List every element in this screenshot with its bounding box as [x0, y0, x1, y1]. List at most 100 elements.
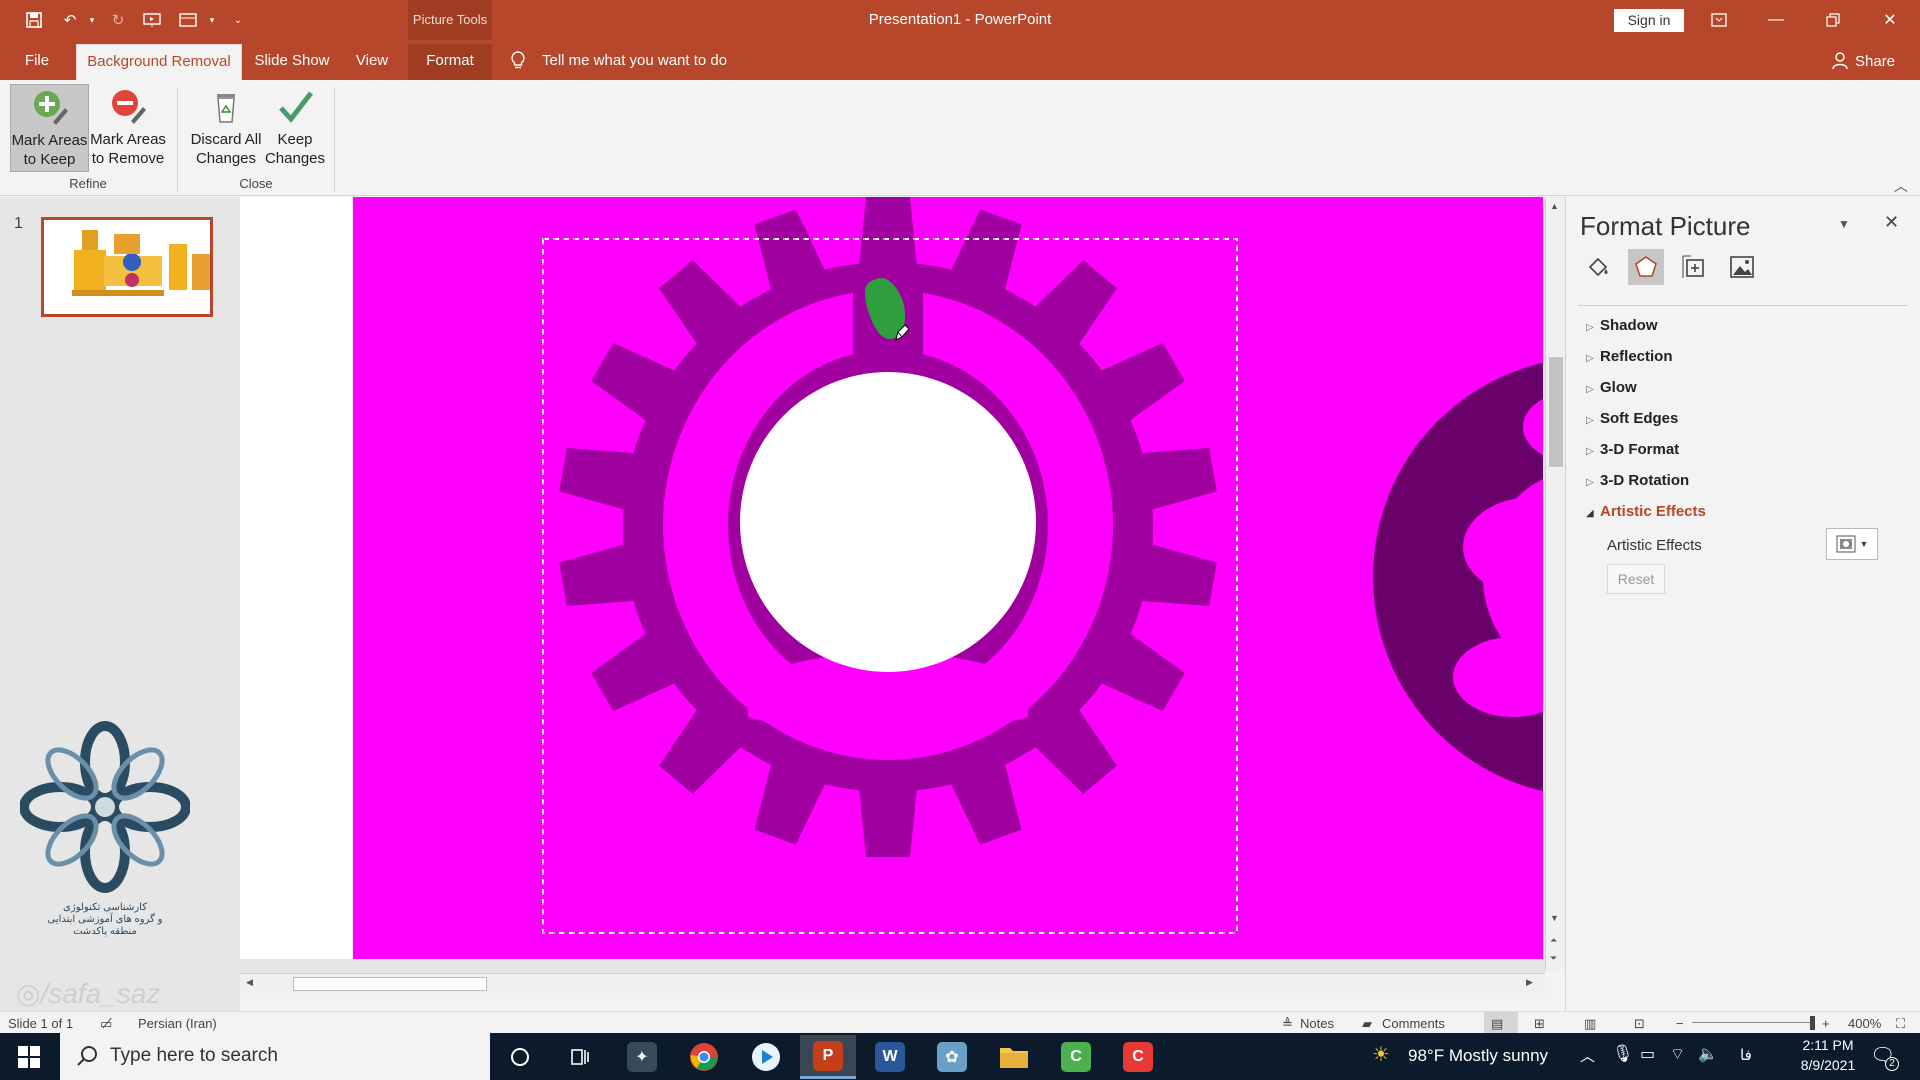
notes-icon[interactable]: ≜: [1282, 1016, 1293, 1032]
mark-areas-to-keep-button[interactable]: Mark Areas to Keep: [10, 84, 89, 172]
tell-me-search[interactable]: Tell me what you want to do: [542, 52, 727, 69]
scroll-right-icon[interactable]: ▶: [1526, 977, 1533, 988]
windows-start-icon[interactable]: [18, 1046, 40, 1071]
section-artistic-effects[interactable]: ◢ Artistic Effects: [1586, 503, 1706, 525]
cortana-icon[interactable]: [492, 1035, 548, 1079]
microphone-icon[interactable]: 🎙: [1612, 1044, 1634, 1064]
save-icon[interactable]: [22, 8, 46, 32]
powerpoint-taskbar-icon[interactable]: P: [800, 1035, 856, 1079]
camtasia-recorder-icon[interactable]: C: [1110, 1035, 1166, 1079]
paint-app-icon[interactable]: ✿: [924, 1035, 980, 1079]
artistic-effects-gallery-button[interactable]: ▼: [1826, 528, 1878, 560]
format-picture-pane: Format Picture ▼ ✕ ▷ Shadow ▷ Reflection ▷…: [1565, 197, 1920, 1011]
sign-in-button[interactable]: Sign in: [1614, 9, 1684, 32]
picture-tab[interactable]: [1724, 249, 1760, 285]
undo-dropdown-icon[interactable]: ▾: [80, 8, 104, 32]
keep-changes-button[interactable]: Keep Changes: [264, 84, 326, 172]
dropdown-arrow-icon: ▼: [1859, 539, 1869, 549]
vertical-scroll-thumb[interactable]: [1549, 357, 1563, 467]
language-indicator[interactable]: Persian (Iran): [138, 1016, 217, 1031]
group-separator: [334, 88, 335, 192]
slide-sorter-icon[interactable]: ⊞: [1534, 1016, 1545, 1032]
expand-icon: ▷: [1586, 446, 1594, 457]
mark-keep-line1: Mark Areas: [11, 132, 88, 149]
zoom-in-icon[interactable]: +: [1822, 1016, 1830, 1031]
normal-view-icon: ▤: [1491, 1016, 1504, 1031]
start-from-beginning-icon[interactable]: [140, 8, 164, 32]
scroll-left-icon[interactable]: ◀: [246, 977, 253, 988]
volume-icon[interactable]: 🔈: [1698, 1044, 1718, 1064]
fit-to-window-icon[interactable]: ⛶: [1896, 1016, 1905, 1032]
weather-text[interactable]: 98°F Mostly sunny: [1408, 1046, 1548, 1066]
layout-dropdown-icon[interactable]: ▾: [200, 8, 224, 32]
horizontal-scrollbar[interactable]: ◀ ▶: [240, 973, 1545, 993]
section-soft-edges[interactable]: ▷ Soft Edges: [1586, 410, 1678, 432]
keep-line1: Keep: [277, 131, 313, 148]
notes-button[interactable]: Notes: [1300, 1016, 1334, 1031]
media-player-icon[interactable]: [738, 1035, 794, 1079]
close-window-icon[interactable]: ✕: [1867, 0, 1913, 40]
task-view-icon[interactable]: [552, 1035, 608, 1079]
tab-background-removal[interactable]: Background Removal: [76, 44, 242, 80]
reading-view-icon[interactable]: ▥: [1584, 1016, 1596, 1032]
section-shadow[interactable]: ▷ Shadow: [1586, 317, 1658, 339]
restore-icon[interactable]: [1810, 0, 1856, 40]
taskbar-search-box[interactable]: Type here to search: [60, 1033, 490, 1080]
size-properties-tab[interactable]: [1676, 249, 1712, 285]
slide-thumbnail[interactable]: [41, 217, 213, 317]
fill-line-tab[interactable]: [1580, 249, 1616, 285]
section-glow-label: Glow: [1600, 379, 1637, 396]
customize-qat-icon[interactable]: ⌄: [226, 8, 250, 32]
effects-tab[interactable]: [1628, 249, 1664, 285]
pane-options-dropdown-icon[interactable]: ▼: [1838, 217, 1850, 231]
weather-icon[interactable]: ☀: [1372, 1042, 1390, 1067]
tab-slide-show[interactable]: Slide Show: [248, 44, 336, 80]
background-removal-canvas[interactable]: [353, 197, 1543, 959]
clock-date[interactable]: 8/9/2021: [1788, 1057, 1868, 1073]
camtasia-green-icon[interactable]: C: [1048, 1035, 1104, 1079]
section-reflection[interactable]: ▷ Reflection: [1586, 348, 1673, 370]
word-taskbar-icon[interactable]: W: [862, 1035, 918, 1079]
spelling-check-icon[interactable]: ▭̸: [100, 1016, 112, 1032]
tab-view[interactable]: View: [346, 44, 398, 80]
comments-button[interactable]: Comments: [1382, 1016, 1445, 1031]
section-shadow-label: Shadow: [1600, 317, 1658, 334]
watermark-caption-2: و گروه های آموزشی ابتدایی: [47, 914, 163, 925]
minimize-icon[interactable]: —: [1753, 0, 1799, 40]
clock-time[interactable]: 2:11 PM: [1788, 1037, 1868, 1053]
section-glow[interactable]: ▷ Glow: [1586, 379, 1637, 401]
comments-icon[interactable]: ▰: [1362, 1016, 1372, 1032]
reset-button[interactable]: Reset: [1607, 564, 1665, 594]
battery-icon[interactable]: ▭: [1640, 1044, 1655, 1064]
layout-icon[interactable]: [176, 8, 200, 32]
wifi-icon[interactable]: ⌔: [1670, 1044, 1685, 1064]
slide-show-view-icon[interactable]: ⊡: [1634, 1016, 1645, 1032]
input-language-indicator[interactable]: فا: [1740, 1046, 1752, 1064]
next-slide-icon[interactable]: ⏷: [1550, 953, 1557, 964]
share-button[interactable]: Share: [1855, 53, 1895, 70]
scroll-up-icon[interactable]: ▲: [1550, 201, 1559, 211]
undo-icon[interactable]: ↶: [58, 8, 82, 32]
chrome-icon[interactable]: [676, 1035, 732, 1079]
file-explorer-icon[interactable]: [986, 1035, 1042, 1079]
section-3d-rotation[interactable]: ▷ 3-D Rotation: [1586, 472, 1689, 494]
show-hidden-icons-icon[interactable]: ︿: [1580, 1045, 1595, 1066]
tab-file[interactable]: File: [14, 44, 60, 80]
scroll-down-icon[interactable]: ▼: [1550, 913, 1559, 923]
zoom-slider-thumb[interactable]: [1810, 1016, 1815, 1030]
zoom-level[interactable]: 400%: [1848, 1016, 1881, 1031]
mark-areas-to-remove-button[interactable]: Mark Areas to Remove: [90, 84, 166, 172]
tab-format[interactable]: Format: [408, 44, 492, 80]
vertical-scrollbar[interactable]: ▲ ▼ ⏶ ⏷: [1545, 197, 1565, 971]
previous-slide-icon[interactable]: ⏶: [1550, 935, 1557, 946]
section-3d-format[interactable]: ▷ 3-D Format: [1586, 441, 1679, 463]
zoom-slider-track[interactable]: [1692, 1022, 1810, 1023]
redo-icon[interactable]: ↻: [106, 8, 130, 32]
discard-all-changes-button[interactable]: Discard All Changes: [186, 84, 266, 172]
close-pane-icon[interactable]: ✕: [1884, 212, 1899, 233]
taskbar-app-bird-icon[interactable]: ✦: [614, 1035, 670, 1079]
ribbon-display-options-icon[interactable]: [1696, 0, 1742, 40]
horizontal-scroll-thumb[interactable]: [293, 977, 487, 991]
collapse-ribbon-icon[interactable]: ︿: [1894, 176, 1908, 196]
zoom-out-icon[interactable]: −: [1676, 1016, 1684, 1031]
